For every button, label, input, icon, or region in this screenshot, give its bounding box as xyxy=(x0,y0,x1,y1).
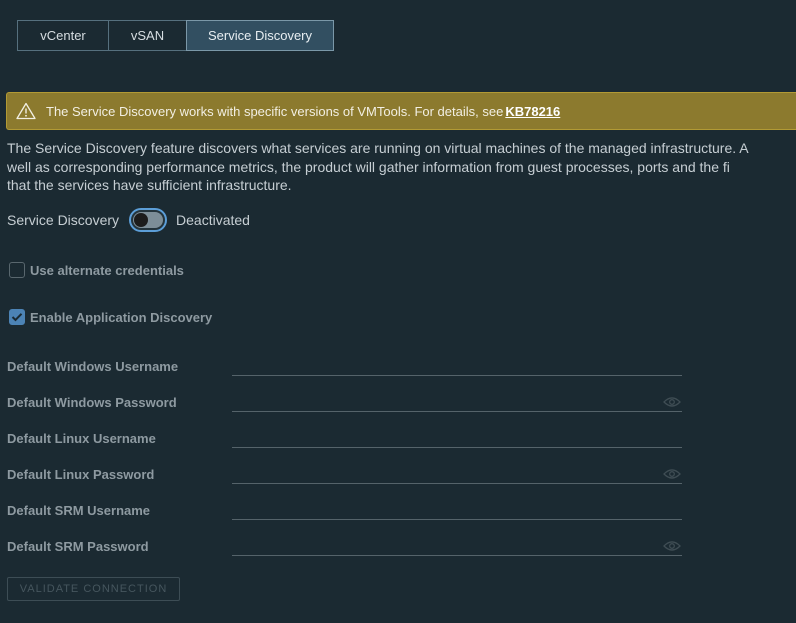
linux-password-input[interactable] xyxy=(232,462,682,484)
description-line: The Service Discovery feature discovers … xyxy=(7,140,749,156)
alternate-credentials-checkbox[interactable] xyxy=(9,262,25,278)
linux-username-input[interactable] xyxy=(232,426,682,448)
windows-password-label: Default Windows Password xyxy=(7,395,177,410)
service-discovery-row: Service Discovery Deactivated xyxy=(7,208,250,232)
toggle-track xyxy=(133,212,164,228)
application-discovery-row: Enable Application Discovery xyxy=(9,309,212,325)
alternate-credentials-label: Use alternate credentials xyxy=(30,262,184,278)
alternate-credentials-row: Use alternate credentials xyxy=(9,262,184,278)
service-discovery-label: Service Discovery xyxy=(7,212,120,228)
toggle-state-label: Deactivated xyxy=(176,212,250,228)
tab-service-discovery[interactable]: Service Discovery xyxy=(186,20,334,51)
description-line: that the services have sufficient infras… xyxy=(7,177,292,193)
srm-username-label: Default SRM Username xyxy=(7,503,151,518)
tab-vcenter[interactable]: vCenter xyxy=(17,20,109,51)
windows-password-input[interactable] xyxy=(232,390,682,412)
warning-alert: The Service Discovery works with specifi… xyxy=(6,92,796,130)
application-discovery-label: Enable Application Discovery xyxy=(30,309,213,325)
show-password-icon[interactable] xyxy=(663,540,681,552)
srm-password-input[interactable] xyxy=(232,534,682,556)
validate-connection-button[interactable]: VALIDATE CONNECTION xyxy=(7,577,180,601)
show-password-icon[interactable] xyxy=(663,468,681,480)
warning-icon xyxy=(16,102,36,120)
toggle-knob xyxy=(134,213,149,227)
feature-description: The Service Discovery feature discovers … xyxy=(7,139,796,195)
kb-link[interactable]: KB78216 xyxy=(505,104,560,119)
service-discovery-toggle[interactable] xyxy=(129,208,168,232)
checkmark-icon xyxy=(11,313,23,322)
windows-username-label: Default Windows Username xyxy=(7,359,179,374)
linux-password-label: Default Linux Password xyxy=(7,467,155,482)
linux-username-label: Default Linux Username xyxy=(7,431,156,446)
show-password-icon[interactable] xyxy=(663,396,681,408)
tab-vsan[interactable]: vSAN xyxy=(108,20,187,51)
windows-username-input[interactable] xyxy=(232,354,682,376)
tab-bar: vCenter vSAN Service Discovery xyxy=(17,20,334,51)
alert-message: The Service Discovery works with specifi… xyxy=(46,103,504,119)
description-line: well as corresponding performance metric… xyxy=(7,158,730,175)
srm-username-input[interactable] xyxy=(232,498,682,520)
srm-password-label: Default SRM Password xyxy=(7,539,149,554)
application-discovery-checkbox[interactable] xyxy=(9,309,25,325)
